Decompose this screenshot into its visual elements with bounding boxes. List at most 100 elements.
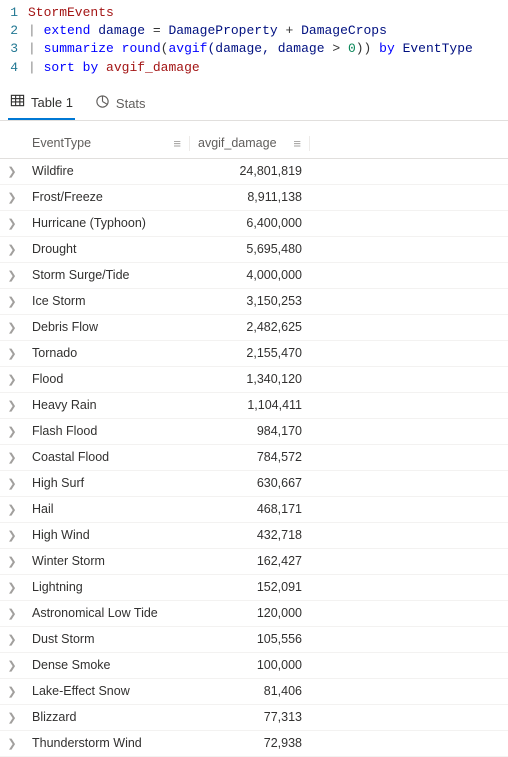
expand-row-button[interactable]: ❯ xyxy=(0,685,24,698)
cell-eventtype: Hurricane (Typhoon) xyxy=(24,216,190,230)
chevron-right-icon: ❯ xyxy=(7,373,16,386)
chevron-right-icon: ❯ xyxy=(7,295,16,308)
expand-row-button[interactable]: ❯ xyxy=(0,217,24,230)
table-row[interactable]: ❯Blizzard77,313 xyxy=(0,705,508,731)
column-menu-icon[interactable]: ≡ xyxy=(165,136,181,151)
expand-row-button[interactable]: ❯ xyxy=(0,243,24,256)
cell-eventtype: Blizzard xyxy=(24,710,190,724)
table-row[interactable]: ❯Hurricane (Typhoon)6,400,000 xyxy=(0,211,508,237)
expand-row-button[interactable]: ❯ xyxy=(0,347,24,360)
code-line[interactable]: 3| summarize round(avgif(damage, damage … xyxy=(0,40,508,58)
code-line[interactable]: 1StormEvents xyxy=(0,4,508,22)
expand-row-button[interactable]: ❯ xyxy=(0,555,24,568)
cell-eventtype: Astronomical Low Tide xyxy=(24,606,190,620)
table-row[interactable]: ❯Frost/Freeze8,911,138 xyxy=(0,185,508,211)
chevron-right-icon: ❯ xyxy=(7,321,16,334)
cell-damage: 24,801,819 xyxy=(190,164,310,178)
cell-eventtype: Coastal Flood xyxy=(24,450,190,464)
chevron-right-icon: ❯ xyxy=(7,477,16,490)
code-editor[interactable]: 1StormEvents2| extend damage = DamagePro… xyxy=(0,0,508,87)
table-row[interactable]: ❯Thunderstorm Wind72,938 xyxy=(0,731,508,757)
cell-damage: 630,667 xyxy=(190,476,310,490)
stats-icon xyxy=(95,94,110,112)
table-row[interactable]: ❯Drought5,695,480 xyxy=(0,237,508,263)
tab-stats[interactable]: Stats xyxy=(93,87,148,120)
table-row[interactable]: ❯High Surf630,667 xyxy=(0,471,508,497)
table-row[interactable]: ❯Flash Flood984,170 xyxy=(0,419,508,445)
expand-row-button[interactable]: ❯ xyxy=(0,165,24,178)
cell-damage: 81,406 xyxy=(190,684,310,698)
cell-eventtype: Wildfire xyxy=(24,164,190,178)
column-header-eventtype[interactable]: EventType ≡ xyxy=(24,136,190,151)
expand-row-button[interactable]: ❯ xyxy=(0,477,24,490)
code-line[interactable]: 2| extend damage = DamageProperty + Dama… xyxy=(0,22,508,40)
table-row[interactable]: ❯Hail468,171 xyxy=(0,497,508,523)
expand-row-button[interactable]: ❯ xyxy=(0,607,24,620)
cell-damage: 784,572 xyxy=(190,450,310,464)
chevron-right-icon: ❯ xyxy=(7,607,16,620)
cell-damage: 8,911,138 xyxy=(190,190,310,204)
expand-row-button[interactable]: ❯ xyxy=(0,373,24,386)
expand-row-button[interactable]: ❯ xyxy=(0,659,24,672)
cell-eventtype: High Wind xyxy=(24,528,190,542)
table-icon xyxy=(10,93,25,111)
cell-eventtype: Flash Flood xyxy=(24,424,190,438)
column-header-damage[interactable]: avgif_damage ≡ xyxy=(190,136,310,151)
column-menu-icon[interactable]: ≡ xyxy=(285,136,301,151)
expand-row-button[interactable]: ❯ xyxy=(0,711,24,724)
cell-eventtype: Winter Storm xyxy=(24,554,190,568)
table-row[interactable]: ❯Debris Flow2,482,625 xyxy=(0,315,508,341)
expand-row-button[interactable]: ❯ xyxy=(0,191,24,204)
expand-row-button[interactable]: ❯ xyxy=(0,737,24,750)
line-number: 4 xyxy=(0,59,28,77)
cell-damage: 432,718 xyxy=(190,528,310,542)
chevron-right-icon: ❯ xyxy=(7,269,16,282)
expand-row-button[interactable]: ❯ xyxy=(0,581,24,594)
chevron-right-icon: ❯ xyxy=(7,217,16,230)
code-line[interactable]: 4| sort by avgif_damage xyxy=(0,59,508,77)
cell-damage: 105,556 xyxy=(190,632,310,646)
table-row[interactable]: ❯Astronomical Low Tide120,000 xyxy=(0,601,508,627)
expand-row-button[interactable]: ❯ xyxy=(0,503,24,516)
table-row[interactable]: ❯ High Wind432,718 xyxy=(0,523,508,549)
table-row[interactable]: ❯Storm Surge/Tide4,000,000 xyxy=(0,263,508,289)
cell-damage: 100,000 xyxy=(190,658,310,672)
table-row[interactable]: ❯Dust Storm105,556 xyxy=(0,627,508,653)
cell-eventtype: Lightning xyxy=(24,580,190,594)
cell-eventtype: Drought xyxy=(24,242,190,256)
table-row[interactable]: ❯Lake-Effect Snow81,406 xyxy=(0,679,508,705)
code-content[interactable]: | extend damage = DamageProperty + Damag… xyxy=(28,22,508,40)
expand-row-button[interactable]: ❯ xyxy=(0,399,24,412)
expand-row-button[interactable]: ❯ xyxy=(0,529,24,542)
code-content[interactable]: | sort by avgif_damage xyxy=(28,59,508,77)
expand-row-button[interactable]: ❯ xyxy=(0,269,24,282)
expand-row-button[interactable]: ❯ xyxy=(0,425,24,438)
expand-row-button[interactable]: ❯ xyxy=(0,321,24,334)
chevron-right-icon: ❯ xyxy=(7,529,16,542)
chevron-right-icon: ❯ xyxy=(7,711,16,724)
line-number: 1 xyxy=(0,4,28,22)
table-row[interactable]: ❯Coastal Flood784,572 xyxy=(0,445,508,471)
cell-eventtype: Storm Surge/Tide xyxy=(24,268,190,282)
chevron-right-icon: ❯ xyxy=(7,243,16,256)
table-row[interactable]: ❯Heavy Rain1,104,411 xyxy=(0,393,508,419)
column-header-eventtype-label: EventType xyxy=(32,136,91,150)
expand-row-button[interactable]: ❯ xyxy=(0,451,24,464)
chevron-right-icon: ❯ xyxy=(7,165,16,178)
code-content[interactable]: StormEvents xyxy=(28,4,508,22)
chevron-right-icon: ❯ xyxy=(7,581,16,594)
expand-row-button[interactable]: ❯ xyxy=(0,633,24,646)
code-content[interactable]: | summarize round(avgif(damage, damage >… xyxy=(28,40,508,58)
tab-table-label: Table 1 xyxy=(31,95,73,110)
cell-eventtype: Tornado xyxy=(24,346,190,360)
table-row[interactable]: ❯Dense Smoke100,000 xyxy=(0,653,508,679)
expand-row-button[interactable]: ❯ xyxy=(0,295,24,308)
table-row[interactable]: ❯ Wildfire24,801,819 xyxy=(0,159,508,185)
table-row[interactable]: ❯Lightning152,091 xyxy=(0,575,508,601)
table-row[interactable]: ❯Tornado2,155,470 xyxy=(0,341,508,367)
table-row[interactable]: ❯Ice Storm3,150,253 xyxy=(0,289,508,315)
table-row[interactable]: ❯Winter Storm162,427 xyxy=(0,549,508,575)
tab-table[interactable]: Table 1 xyxy=(8,87,75,120)
table-row[interactable]: ❯Flood1,340,120 xyxy=(0,367,508,393)
cell-eventtype: Thunderstorm Wind xyxy=(24,736,190,750)
